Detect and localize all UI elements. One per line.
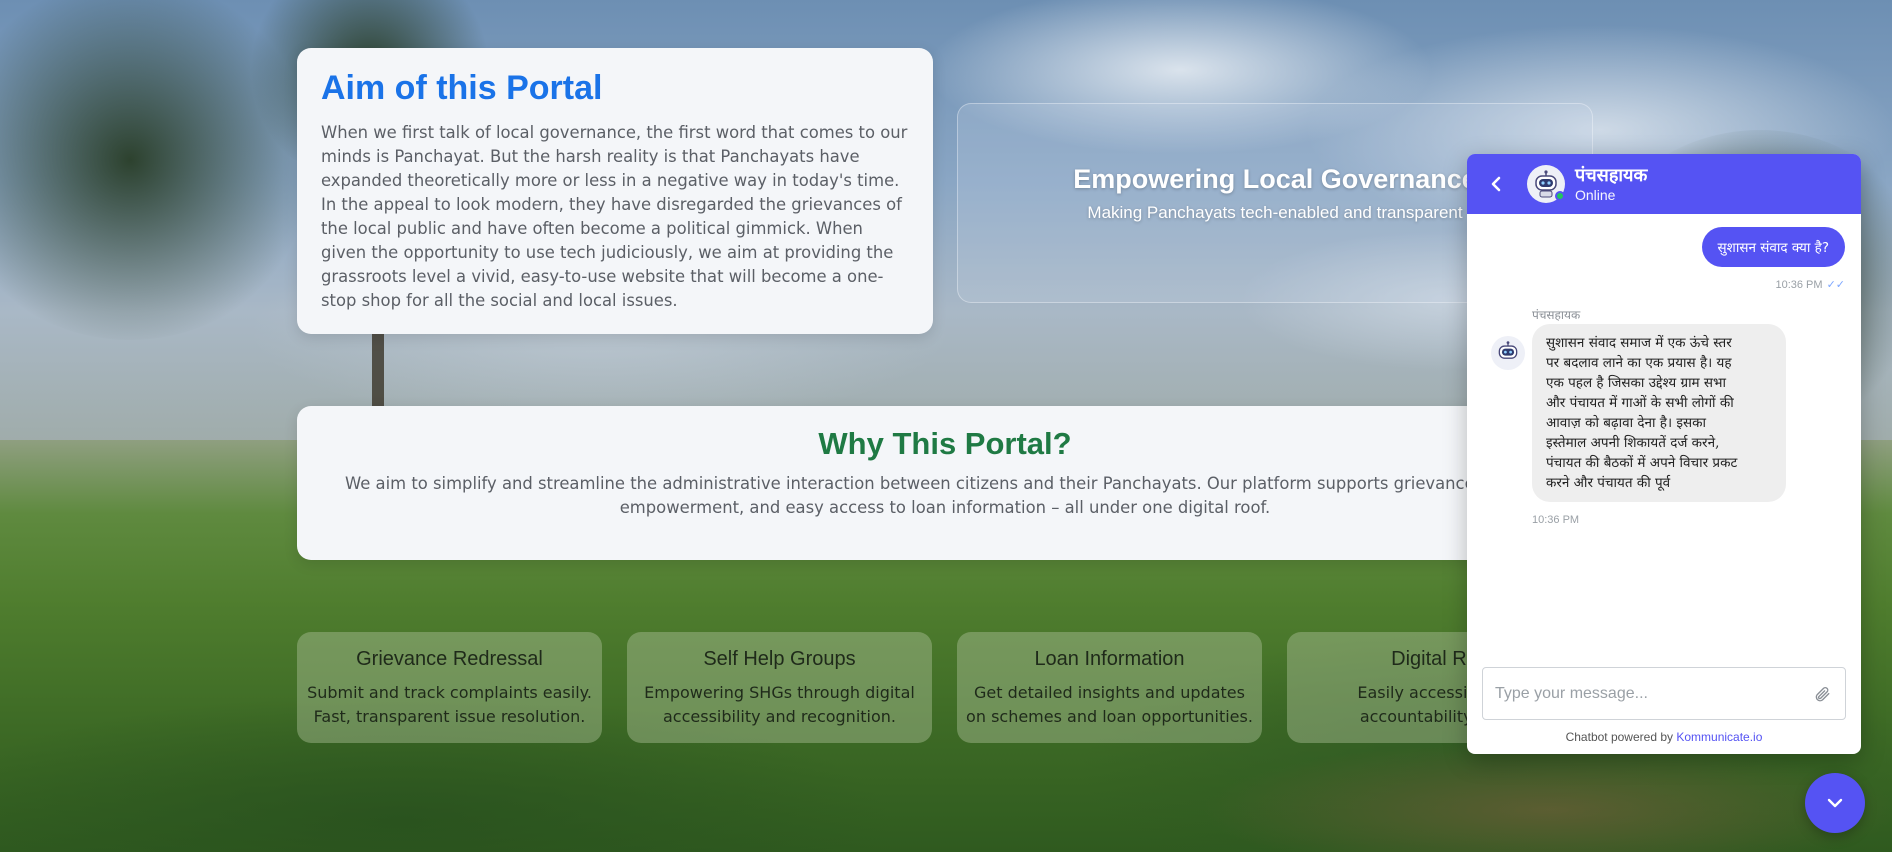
bot-meta: पंचसहायक Online [1575, 165, 1647, 203]
paperclip-icon [1815, 686, 1830, 701]
bot-message-line: एक पहल है जिसका उद्देश्य ग्राम सभा [1546, 375, 1727, 391]
feature-title: Grievance Redressal [356, 648, 543, 670]
feature-card-loan[interactable]: Loan Information Get detailed insights a… [957, 632, 1262, 743]
feature-description-line: Get detailed insights and updates [974, 683, 1245, 702]
powered-by-link[interactable]: Kommunicate.io [1676, 730, 1762, 744]
chat-input-box [1482, 667, 1846, 720]
back-button[interactable] [1481, 169, 1511, 199]
double-check-icon: ✓✓ [1826, 279, 1845, 291]
bot-name: पंचसहायक [1575, 165, 1648, 186]
attach-button[interactable] [1811, 683, 1833, 705]
feature-description-line: accessibility and recognition. [663, 707, 896, 726]
bot-message-bubble: सुशासन संवाद समाज में एक ऊंचे स्तर पर बद… [1532, 324, 1786, 502]
bot-avatar [1527, 165, 1565, 203]
feature-description: Get detailed insights and updates on sch… [957, 681, 1262, 729]
bot-message-line: पर बदलाव लाने का एक प्रयास है। यह [1546, 355, 1732, 371]
aim-title: Aim of this Portal [321, 69, 603, 107]
why-description-line: empowerment, and easy access to loan inf… [619, 498, 1271, 517]
why-title: Why This Portal? [818, 426, 1072, 461]
chat-header: पंचसहायक Online [1467, 154, 1861, 214]
message-input[interactable] [1495, 684, 1811, 703]
background-path [1200, 740, 1892, 852]
feature-card-grievance[interactable]: Grievance Redressal Submit and track com… [297, 632, 602, 743]
feature-description-line: on schemes and loan opportunities. [966, 707, 1253, 726]
feature-description-line: Empowering SHGs through digital [644, 683, 915, 702]
user-message-time: 10:36 PM ✓✓ [1775, 278, 1845, 292]
why-description: We aim to simplify and streamline the ad… [345, 472, 1547, 520]
why-card: Why This Portal? We aim to simplify and … [297, 406, 1593, 560]
user-message-bubble: सुशासन संवाद क्या है? [1701, 227, 1845, 267]
robot-icon [1498, 341, 1518, 359]
online-status-dot [1555, 191, 1565, 201]
feature-description-line: Fast, transparent issue resolution. [313, 707, 586, 726]
bot-message-sender: पंचसहायक [1532, 308, 1581, 322]
chevron-left-icon [1491, 176, 1501, 192]
feature-description: Empowering SHGs through digital accessib… [627, 681, 932, 729]
chat-messages: सुशासन संवाद क्या है? 10:36 PM ✓✓ पंचसहा… [1467, 214, 1861, 669]
bot-message-line: सुशासन संवाद समाज में एक ऊंचे स्तर [1546, 335, 1732, 351]
aim-card: Aim of this Portal When we first talk of… [297, 48, 933, 334]
feature-title: Self Help Groups [703, 648, 856, 670]
bot-status: Online [1575, 187, 1616, 203]
feature-card-shg[interactable]: Self Help Groups Empowering SHGs through… [627, 632, 932, 743]
feature-title: Loan Information [1034, 648, 1185, 670]
user-message-timestamp: 10:36 PM [1775, 278, 1823, 291]
bot-message-line: पंचायत की बैठकों में अपने विचार प्रकट [1546, 455, 1738, 471]
chevron-down-icon [1827, 798, 1843, 808]
bot-message-line: इस्तेमाल अपनी शिकायतें दर्ज करने, [1546, 435, 1720, 451]
bot-message-avatar [1491, 336, 1525, 370]
bot-message-line: करने और पंचायत की पूर्व [1546, 475, 1671, 491]
feature-description: Submit and track complaints easily. Fast… [297, 681, 602, 729]
bot-message-line: और पंचायत में गाओं के सभी लोगों की [1546, 395, 1734, 411]
chat-widget: पंचसहायक Online सुशासन संवाद क्या है? 10… [1467, 154, 1861, 754]
bot-message-line: आवाज़ को बढ़ावा देना है। इसका [1546, 415, 1707, 431]
powered-by: Chatbot powered by Kommunicate.io [1467, 730, 1861, 744]
why-description-line: We aim to simplify and streamline the ad… [345, 474, 1547, 493]
chat-launcher-button[interactable] [1805, 773, 1865, 833]
aim-description: When we first talk of local governance, … [321, 123, 908, 311]
powered-by-text: Chatbot powered by [1565, 730, 1677, 744]
bot-message-time: 10:36 PM [1532, 514, 1580, 526]
feature-description-line: Submit and track complaints easily. [307, 683, 592, 702]
